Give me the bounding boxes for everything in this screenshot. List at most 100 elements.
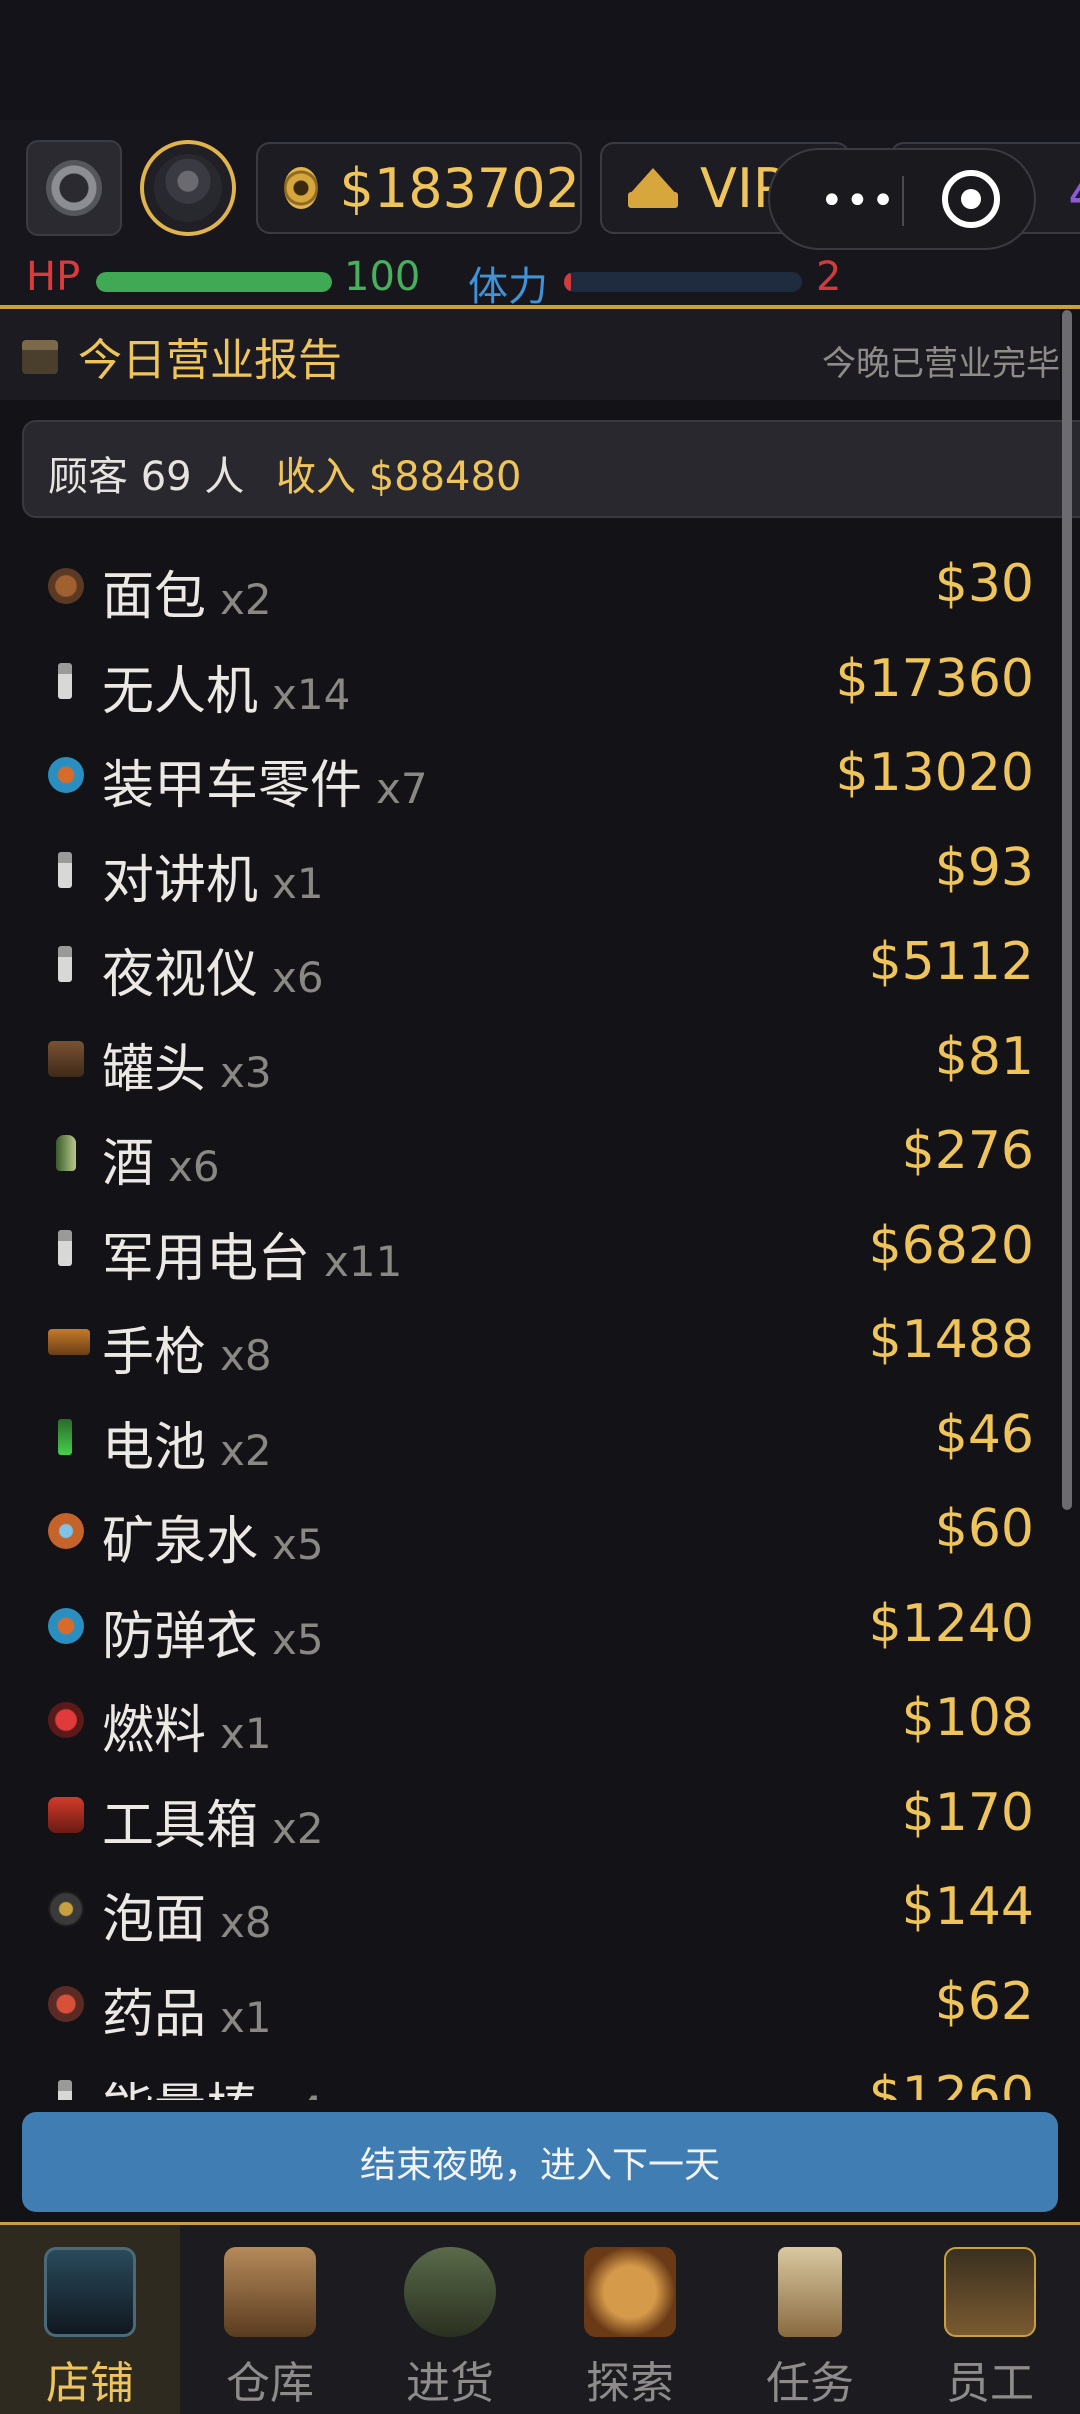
item-quantity: x2 [272,1803,324,1853]
item-name-text: 对讲机 [102,850,259,911]
item-name-text: 酒 [102,1134,155,1194]
customer-count: 顾客 69 人 [48,454,245,500]
item-name-text: 药品 [102,1984,207,2045]
item-name: 矿泉水 x5 [102,1499,324,1574]
warehouse-crate-icon [224,2247,316,2337]
settings-button[interactable] [26,140,122,236]
money-value: $183702 [339,156,581,220]
hp-bar [96,272,332,292]
radio-icon [58,851,72,888]
store-icon [44,2247,136,2337]
item-quantity: x14 [272,669,351,719]
item-price: $62 [934,1971,1034,2032]
revenue-total: 收入 $88480 [276,454,522,500]
water-icon [48,1513,84,1549]
item-name: 无人机 x14 [102,649,350,724]
list-item: 燃料 x1 $108 [0,1674,1060,1769]
item-name: 军用电台 x11 [102,1216,402,1291]
list-item: 无人机 x14 $17360 [0,635,1060,730]
toolbox-icon [48,1796,84,1833]
wine-bottle-icon [56,1135,76,1171]
truck-icon [404,2247,496,2337]
item-name-text: 无人机 [102,661,259,722]
item-name-text: 夜视仪 [102,945,259,1005]
scrollbar-thumb[interactable] [1062,310,1072,1510]
item-quantity: x1 [220,1992,272,2042]
item-name: 药品 x1 [102,1972,272,2047]
item-price: $93 [934,837,1034,898]
tab-label: 仓库 [226,2358,314,2409]
item-price: $46 [934,1404,1034,1465]
list-item: 夜视仪 x6 $5112 [0,918,1060,1013]
tab-5[interactable]: 员工 [900,2225,1080,2414]
item-name: 电池 x2 [102,1405,272,1480]
item-quantity: x2 [220,575,272,624]
item-name-text: 装甲车零件 [102,756,363,816]
end-night-button[interactable]: 结束夜晚，进入下一天 [22,2112,1058,2212]
item-name-text: 矿泉水 [102,1512,259,1572]
list-item: 罐头 x3 $81 [0,1013,1060,1108]
item-quantity: x8 [220,1331,272,1380]
report-title: 今日营业报告 [78,335,342,386]
stamina-label: 体力 [468,264,548,310]
item-name: 防弹衣 x5 [102,1594,324,1669]
header-divider [0,305,1080,309]
noodle-icon [48,1891,84,1927]
stamina-value: 2 [816,254,842,300]
item-name-text: 电池 [102,1417,207,1478]
more-menu-icon[interactable]: ••• [820,181,897,221]
item-price: $1488 [868,1310,1034,1370]
medicine-icon [48,1985,84,2022]
tab-1[interactable]: 仓库 [180,2225,360,2414]
coin-icon [284,167,318,209]
tab-label: 任务 [766,2358,854,2409]
item-price: $30 [934,554,1034,614]
task-list-icon [778,2247,842,2337]
item-quantity: x6 [168,1142,220,1191]
tab-label: 员工 [946,2358,1034,2409]
tab-2[interactable]: 进货 [360,2225,540,2414]
tab-3[interactable]: 探索 [540,2225,720,2414]
staff-poster-icon [944,2247,1036,2337]
item-quantity: x5 [272,1614,324,1664]
item-quantity: x5 [272,1520,324,1569]
radio-icon [58,1229,72,1266]
item-name: 罐头 x3 [102,1027,272,1102]
report-status: 今晚已营业完毕 [822,344,1060,384]
tab-0[interactable]: 店铺 [0,2225,180,2414]
item-name: 能量棒 x4 [102,2066,324,2100]
close-target-icon[interactable] [942,170,1000,228]
tab-label: 店铺 [46,2358,134,2409]
can-icon [48,1040,84,1077]
list-item: 面包 x2 $30 [0,540,1060,635]
item-name: 夜视仪 x6 [102,932,324,1007]
fuel-icon [48,1702,84,1738]
item-price: $1260 [868,2066,1034,2100]
avatar-button[interactable] [140,140,236,236]
item-quantity: x7 [376,764,428,813]
item-price: $13020 [835,743,1034,803]
sales-list[interactable]: 面包 x2 $30 无人机 x14 $17360 装甲车零件 x7 $13020 对讲机 x1 $93… [0,540,1060,2100]
item-price: $276 [901,1121,1034,1181]
list-item: 手枪 x8 $1488 [0,1296,1060,1391]
item-quantity: x8 [220,1898,272,1947]
item-name-text: 面包 [102,567,207,627]
map-icon [584,2247,676,2337]
hp-bar-fill [96,272,332,292]
hp-value: 100 [344,254,421,300]
bottom-tab-bar: 店铺 仓库 进货 探索 任务 员工 [0,2222,1080,2414]
item-quantity: x6 [272,953,324,1002]
item-quantity: x4 [272,2087,324,2100]
radio-icon [58,2080,72,2100]
item-quantity: x3 [220,1047,272,1097]
item-name-text: 手枪 [102,1323,207,1383]
tab-4[interactable]: 任务 [720,2225,900,2414]
radio-icon [58,946,72,982]
capsule-divider [902,176,904,226]
hp-label: HP [26,254,81,300]
item-name: 燃料 x1 [102,1688,272,1763]
report-header: 今日营业报告 今晚已营业完毕 [0,310,1060,400]
item-name: 泡面 x8 [102,1877,272,1952]
item-quantity: x11 [324,1236,403,1286]
top-safe-area [0,0,1080,120]
